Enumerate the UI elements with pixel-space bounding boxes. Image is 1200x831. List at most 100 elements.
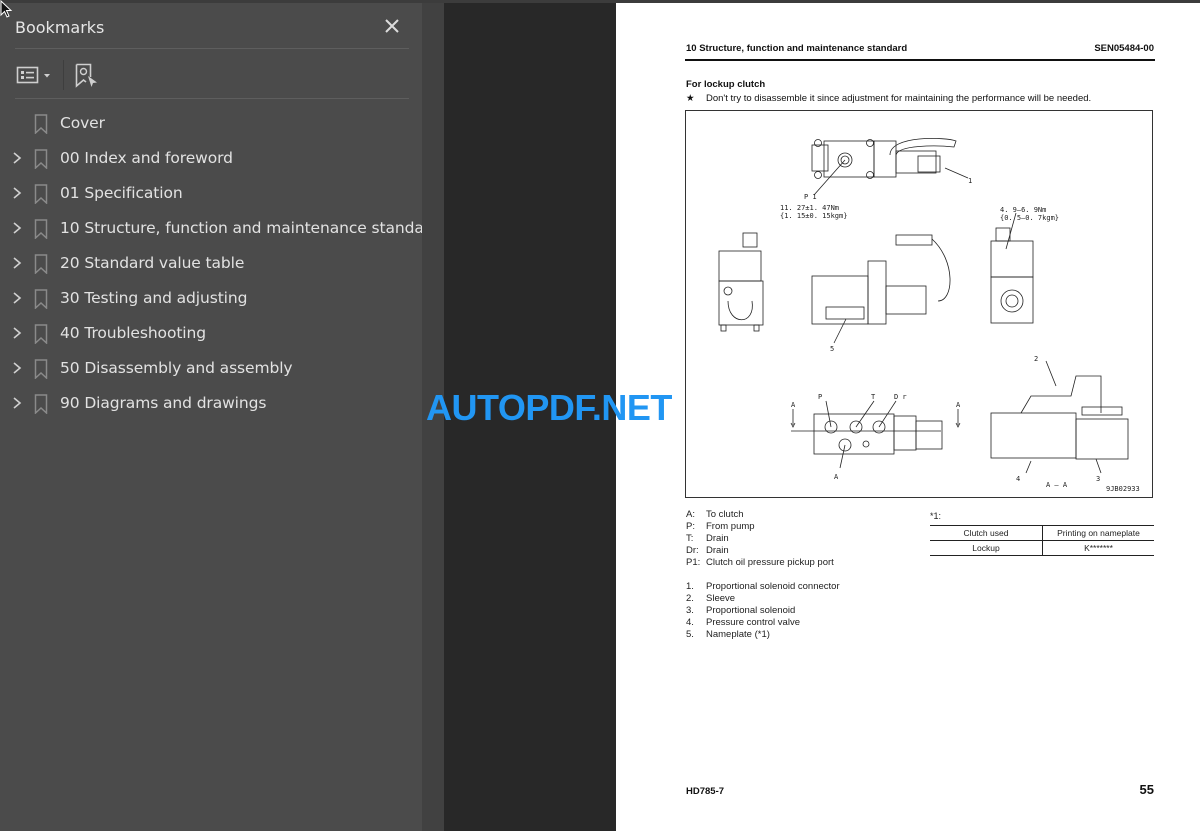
table-header: Clutch used: [930, 525, 1043, 541]
bookmark-icon: [34, 149, 48, 169]
chevron-down-icon: [44, 74, 50, 78]
bookmark-item[interactable]: 40 Troubleshooting: [0, 316, 420, 351]
close-icon[interactable]: [382, 16, 402, 36]
nameplate-table: Clutch used Printing on nameplate Lockup…: [930, 525, 1154, 556]
table-footnote-label: *1:: [930, 511, 942, 521]
valve-iso-view: [811, 234, 951, 344]
bookmarks-panel: Bookmarks Cover 00 Index and foreword 01 S…: [0, 3, 440, 831]
list-options-button[interactable]: [16, 65, 56, 87]
section-title: For lockup clutch: [686, 79, 766, 90]
bookmark-label: Cover: [60, 114, 105, 132]
page-header-title: 10 Structure, function and maintenance s…: [686, 43, 908, 54]
bookmark-item[interactable]: 01 Specification: [0, 176, 420, 211]
divider: [15, 48, 409, 49]
star-icon: ★: [686, 93, 695, 104]
section-mark-right: A: [956, 401, 961, 409]
legend-text: Pressure control valve: [706, 617, 800, 628]
legend-key: P:: [686, 521, 695, 532]
valve-diagram: 1 P 1 11. 27±1. 47Nm {1. 15±0. 15kgm} 4.…: [685, 110, 1153, 498]
section-label: A — A: [1046, 481, 1068, 489]
header-rule: [685, 59, 1155, 61]
legend-item: T: Drain: [686, 533, 840, 545]
chevron-right-icon[interactable]: [11, 256, 23, 270]
bookmark-item[interactable]: 00 Index and foreword: [0, 141, 420, 176]
bookmark-icon: [34, 184, 48, 204]
valve-left-view: [718, 232, 764, 332]
table-row: Lockup K*******: [930, 540, 1154, 556]
bookmark-item[interactable]: Cover: [0, 106, 420, 141]
legend-text: Nameplate (*1): [706, 629, 770, 640]
legend-text: To clutch: [706, 509, 744, 520]
bookmark-item[interactable]: 30 Testing and adjusting: [0, 281, 420, 316]
bookmark-icon: [34, 289, 48, 309]
legend-item: 5. Nameplate (*1): [686, 629, 840, 641]
torque-spec-connector-kgm: {0. 5—0. 7kgm}: [1000, 214, 1059, 222]
legend-item: 1. Proportional solenoid connector: [686, 581, 840, 593]
valve-right-view: [990, 212, 1034, 324]
port-label-t: T: [871, 393, 876, 401]
valve-port-view: [790, 400, 961, 469]
bookmark-icon: [34, 254, 48, 274]
callout-4: 4: [1016, 475, 1020, 483]
caution-note: ★ Don't try to disassemble it since adjus…: [686, 93, 1091, 104]
valve-section-view: [990, 360, 1129, 474]
valve-top-view: [811, 138, 969, 196]
mouse-cursor-icon: [0, 0, 13, 18]
callout-2: 2: [1034, 355, 1038, 363]
legend-text: Proportional solenoid connector: [706, 581, 840, 592]
legend-item: P: From pump: [686, 521, 840, 533]
chevron-right-icon[interactable]: [11, 291, 23, 305]
port-label-p: P: [818, 393, 822, 401]
list-options-icon: [16, 66, 50, 84]
bookmark-label: 90 Diagrams and drawings: [60, 394, 267, 412]
legend-text: Drain: [706, 533, 729, 544]
port-label-dr: D r: [894, 393, 907, 401]
bookmark-label: 20 Standard value table: [60, 254, 245, 272]
legend-key: 2.: [686, 593, 694, 604]
legend-text: Sleeve: [706, 593, 736, 604]
bookmark-label: 50 Disassembly and assembly: [60, 359, 293, 377]
toolbar-separator: [63, 60, 64, 90]
divider: [15, 98, 409, 99]
torque-spec-p1: 11. 27±1. 47Nm: [780, 204, 839, 212]
bookmark-item[interactable]: 20 Standard value table: [0, 246, 420, 281]
legend-key: T:: [686, 533, 694, 544]
legend-text: From pump: [706, 521, 755, 532]
bookmark-icon: [34, 394, 48, 414]
legend-spacer: [686, 569, 840, 581]
bookmark-item[interactable]: 90 Diagrams and drawings: [0, 386, 420, 421]
note-text: Don't try to disassemble it since adjust…: [706, 93, 1092, 104]
callout-5: 5: [830, 345, 834, 353]
bookmark-icon: [34, 359, 48, 379]
legend-key: Dr:: [686, 545, 699, 556]
legend-text: Proportional solenoid: [706, 605, 796, 616]
table-cell: K*******: [1042, 540, 1154, 556]
bookmark-list: Cover 00 Index and foreword 01 Specificati…: [0, 106, 440, 421]
torque-spec-connector: 4. 9—6. 9Nm: [1000, 206, 1046, 214]
table-header-row: Clutch used Printing on nameplate: [930, 525, 1154, 541]
figure-legend: A: To clutch P: From pump T: Drain Dr: Drain P1:…: [686, 509, 840, 641]
port-label-a: A: [834, 473, 839, 481]
chevron-right-icon[interactable]: [11, 326, 23, 340]
bookmark-icon: [34, 219, 48, 239]
legend-item: P1: Clutch oil pressure pickup port: [686, 557, 840, 569]
callout-1: 1: [968, 177, 972, 185]
chevron-right-icon[interactable]: [11, 361, 23, 375]
chevron-right-icon[interactable]: [11, 221, 23, 235]
chevron-right-icon[interactable]: [11, 396, 23, 410]
bookmark-item[interactable]: 10 Structure, function and maintenance s…: [0, 211, 440, 246]
legend-item: A: To clutch: [686, 509, 840, 521]
find-current-bookmark-button[interactable]: [75, 63, 99, 89]
page-number: 55: [1139, 782, 1154, 797]
legend-key: 1.: [686, 581, 694, 592]
bookmark-icon: [34, 114, 48, 134]
bookmark-label: 00 Index and foreword: [60, 149, 233, 167]
bookmark-label: 40 Troubleshooting: [60, 324, 206, 342]
model-number: HD785-7: [686, 786, 725, 797]
chevron-right-icon[interactable]: [11, 186, 23, 200]
chevron-right-icon[interactable]: [11, 151, 23, 165]
legend-item: 4. Pressure control valve: [686, 617, 840, 629]
legend-item: Dr: Drain: [686, 545, 840, 557]
bookmark-item[interactable]: 50 Disassembly and assembly: [0, 351, 420, 386]
legend-item: 2. Sleeve: [686, 593, 840, 605]
